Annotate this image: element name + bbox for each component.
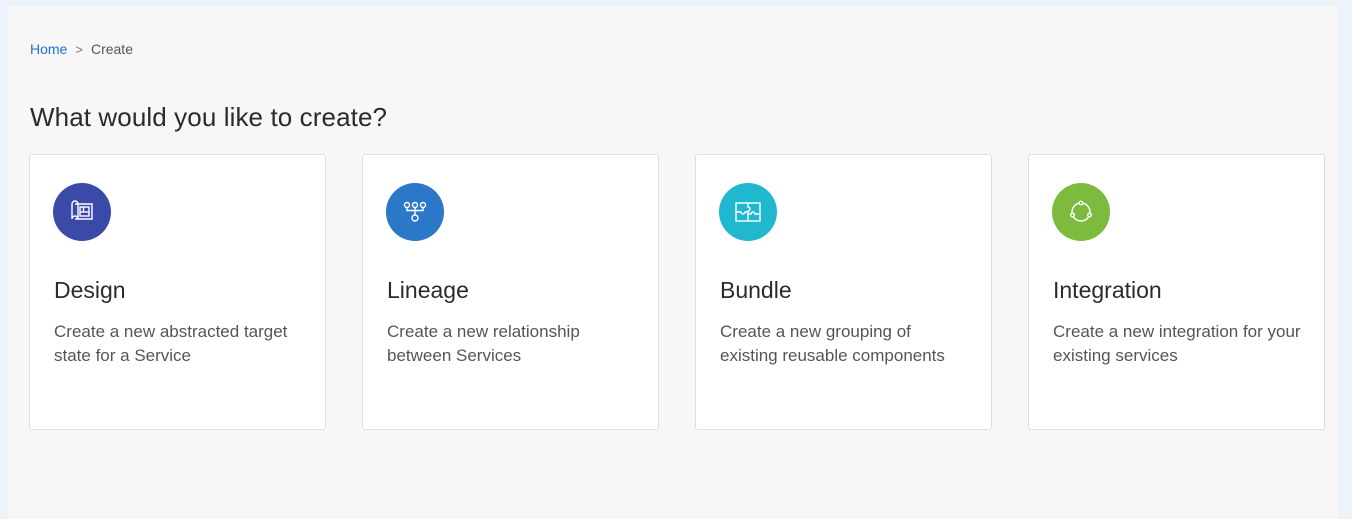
create-options: Design Create a new abstracted target st… xyxy=(29,154,1325,430)
breadcrumb-separator: > xyxy=(75,41,83,57)
card-title: Bundle xyxy=(720,277,792,303)
card-description: Create a new integration for your existi… xyxy=(1053,322,1301,365)
page-container: Home > Create What would you like to cre… xyxy=(8,6,1338,519)
breadcrumb-current: Create xyxy=(90,41,133,57)
puzzle-icon xyxy=(719,183,777,241)
cycle-icon xyxy=(1052,183,1110,241)
card-description: Create a new abstracted target state for… xyxy=(54,322,288,365)
card-lineage[interactable]: Lineage Create a new relationship betwee… xyxy=(362,154,659,430)
blueprint-icon xyxy=(53,183,111,241)
breadcrumb-home-link[interactable]: Home xyxy=(30,41,67,57)
card-bundle[interactable]: Bundle Create a new grouping of existing… xyxy=(695,154,992,430)
card-design[interactable]: Design Create a new abstracted target st… xyxy=(29,154,326,430)
card-title: Design xyxy=(54,277,126,303)
breadcrumb: Home > Create xyxy=(30,41,133,57)
page-title: What would you like to create? xyxy=(30,102,388,132)
card-description: Create a new relationship between Servic… xyxy=(387,322,580,365)
card-title: Lineage xyxy=(387,277,469,303)
card-title: Integration xyxy=(1053,277,1162,303)
card-description: Create a new grouping of existing reusab… xyxy=(720,322,945,365)
card-integration[interactable]: Integration Create a new integration for… xyxy=(1028,154,1325,430)
hierarchy-icon xyxy=(386,183,444,241)
